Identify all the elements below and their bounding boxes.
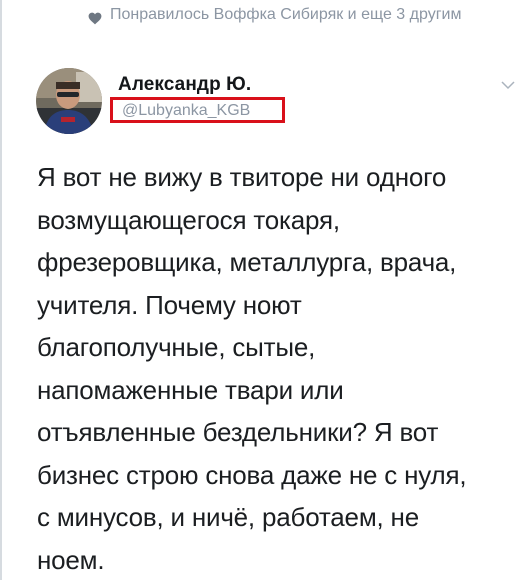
heart-icon — [88, 12, 102, 25]
chevron-down-icon[interactable] — [501, 80, 515, 90]
tweet-line: ноем. — [37, 539, 517, 581]
avatar[interactable] — [36, 68, 102, 134]
author-name[interactable]: Александр Ю. — [118, 74, 251, 96]
tweet-line: с минусов, и ничё, работаем, не — [37, 496, 517, 539]
tweet-line: отъявленные бездельники? Я вот — [37, 411, 517, 454]
tweet-line: напомаженные твари или — [37, 369, 517, 412]
author-handle[interactable]: @Lubyanka_KGB — [122, 102, 250, 120]
handle-highlight: @Lubyanka_KGB — [110, 97, 285, 123]
liked-by-text: Понравилось Воффка Сибиряк и еще 3 други… — [110, 4, 470, 26]
avatar-image — [36, 68, 102, 134]
tweet-line: фрезеровщика, металлурга, врача, — [37, 241, 517, 284]
tweet-line: Я вот не вижу в твиторе ни одного — [37, 156, 517, 199]
tweet-line: учителя. Почему ноют — [37, 284, 517, 327]
tweet-line: возмущающегося токаря, — [37, 199, 517, 242]
tweet-text: Я вот не вижу в твиторе ни одного возмущ… — [37, 156, 517, 581]
tweet-line: бизнес строю снова даже не с нуля, — [37, 454, 517, 497]
tweet-line: благополучные, сытые, — [37, 326, 517, 369]
card-border — [0, 0, 2, 580]
tweet-card: Понравилось Воффка Сибиряк и еще 3 други… — [0, 0, 529, 580]
